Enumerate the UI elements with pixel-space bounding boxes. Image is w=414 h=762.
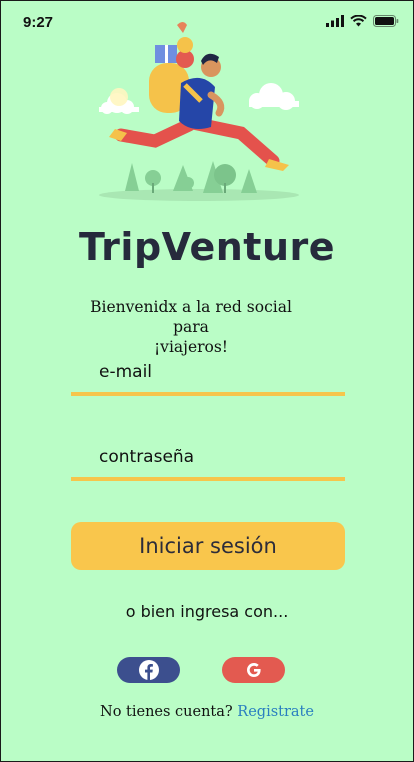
cloud-right — [249, 83, 299, 110]
status-icons — [326, 15, 399, 27]
welcome-text: Bienvenidx a la red social para ¡viajero… — [71, 297, 311, 357]
wifi-icon — [350, 15, 367, 27]
battery-icon — [373, 15, 399, 27]
app-title: TripVenture — [78, 225, 336, 269]
password-label: contraseña — [99, 447, 195, 467]
google-login-button[interactable] — [222, 657, 285, 683]
welcome-line-1: Bienvenidx a la red social para — [90, 298, 292, 336]
alt-login-text: o bien ingresa con... — [125, 602, 289, 621]
login-screen: 9:27 TripVenture Bienvenidx a la red soc… — [0, 0, 414, 762]
traveler-illustration — [99, 22, 299, 201]
email-field[interactable]: e-mail — [71, 356, 345, 396]
facebook-icon — [138, 660, 159, 680]
google-icon — [246, 663, 261, 677]
facebook-login-button[interactable] — [117, 657, 180, 683]
trees — [125, 161, 257, 193]
signup-link[interactable]: Registrate — [237, 704, 314, 720]
welcome-line-2: ¡viajeros! — [153, 338, 229, 356]
signup-prompt: No tienes cuenta? — [100, 704, 233, 720]
email-label: e-mail — [99, 362, 153, 382]
signup-row: No tienes cuenta? Registrate — [1, 704, 413, 720]
password-field[interactable]: contraseña — [71, 441, 345, 481]
status-time: 9:27 — [23, 14, 54, 31]
signal-icon — [326, 15, 344, 27]
login-button[interactable]: Iniciar sesión — [71, 522, 345, 570]
